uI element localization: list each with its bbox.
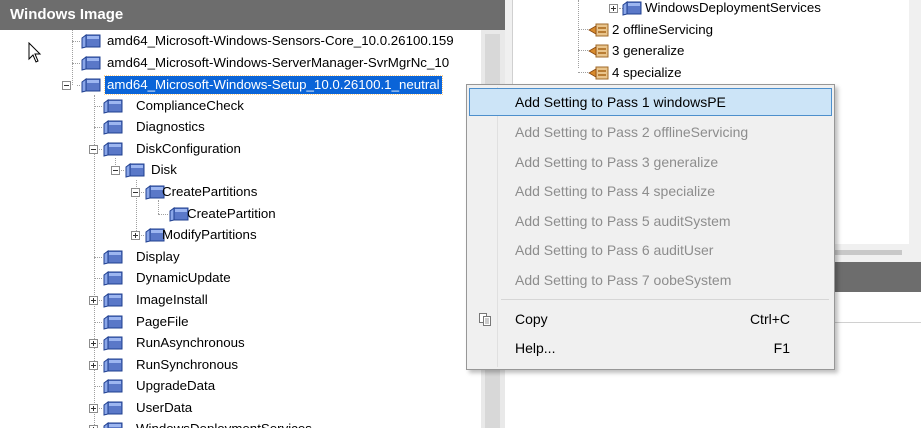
menu-item-add-pass-1[interactable]: Add Setting to Pass 1 windowsPE [469, 88, 832, 116]
menu-item-add-pass-4[interactable]: Add Setting to Pass 4 specialize [469, 177, 832, 205]
component-icon [124, 162, 146, 178]
menu-item-add-pass-6[interactable]: Add Setting to Pass 6 auditUser [469, 236, 832, 264]
component-icon [102, 400, 124, 416]
mouse-pointer-icon [28, 42, 42, 63]
menu-item-add-pass-7[interactable]: Add Setting to Pass 7 oobeSystem [469, 266, 832, 294]
menu-item-help[interactable]: Help... F1 [469, 334, 832, 362]
expand-icon[interactable] [89, 404, 98, 413]
component-icon [80, 77, 102, 93]
windows-image-tree[interactable]: amd64_Microsoft-Windows-Sensors-Core_10.… [0, 30, 481, 428]
component-icon [102, 357, 124, 373]
component-icon [102, 421, 124, 428]
component-icon [102, 249, 124, 265]
menu-item-add-pass-5[interactable]: Add Setting to Pass 5 auditSystem [469, 207, 832, 235]
expand-icon[interactable] [131, 231, 140, 240]
vertical-scrollbar[interactable] [909, 0, 921, 262]
collapse-icon[interactable] [62, 81, 71, 90]
config-pass-icon [588, 43, 610, 59]
component-icon [80, 33, 102, 49]
component-icon [621, 0, 643, 16]
menu-item-copy[interactable]: Copy Ctrl+C [469, 305, 832, 333]
expand-icon[interactable] [89, 296, 98, 305]
context-menu: Add Setting to Pass 1 windowsPE Add Sett… [466, 84, 835, 370]
component-icon [102, 292, 124, 308]
menu-item-add-pass-3[interactable]: Add Setting to Pass 3 generalize [469, 148, 832, 176]
copy-icon [479, 313, 491, 326]
config-pass-icon [588, 65, 610, 81]
component-icon [102, 141, 124, 157]
panel-title: Windows Image [0, 0, 505, 30]
config-pass-icon [588, 22, 610, 38]
component-icon [80, 55, 102, 71]
expand-icon[interactable] [609, 4, 618, 13]
component-icon [102, 270, 124, 286]
collapse-icon[interactable] [89, 145, 98, 154]
component-icon [102, 119, 124, 135]
expand-icon[interactable] [89, 339, 98, 348]
windows-image-panel: Windows Image amd64_Microsoft-Windows-Se… [0, 0, 505, 428]
collapse-icon[interactable] [131, 188, 140, 197]
component-icon [102, 378, 124, 394]
component-icon [102, 314, 124, 330]
collapse-icon[interactable] [111, 166, 120, 175]
menu-separator [501, 299, 829, 300]
component-icon [102, 335, 124, 351]
menu-item-add-pass-2[interactable]: Add Setting to Pass 2 offlineServicing [469, 118, 832, 146]
component-icon [102, 98, 124, 114]
expand-icon[interactable] [89, 361, 98, 370]
